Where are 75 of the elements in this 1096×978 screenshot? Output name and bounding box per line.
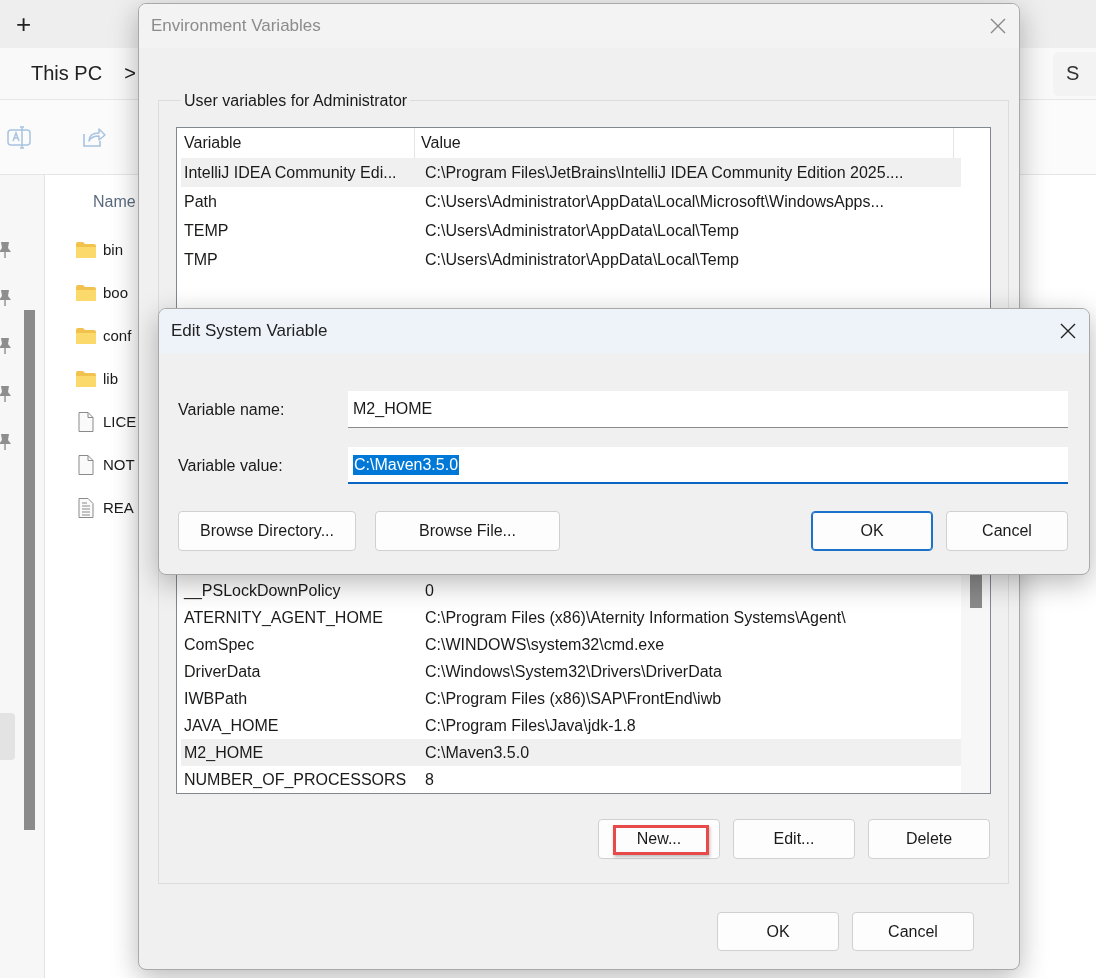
dialog-button[interactable]: OK bbox=[717, 912, 839, 951]
pin-icon[interactable] bbox=[0, 385, 12, 403]
file-icon bbox=[75, 453, 97, 476]
table-row[interactable]: NUMBER_OF_PROCESSORS 8 bbox=[181, 766, 961, 793]
file-name[interactable]: LICE bbox=[103, 413, 137, 430]
search-field[interactable]: S bbox=[1053, 51, 1096, 96]
dialog-button[interactable]: New... bbox=[598, 819, 720, 859]
input-field[interactable]: C:\Maven3.5.0 bbox=[348, 447, 1068, 484]
new-tab-button[interactable]: + bbox=[16, 11, 32, 37]
table-cell-text: IntelliJ IDEA Community Edi... bbox=[183, 163, 398, 182]
pin-icon[interactable] bbox=[0, 337, 12, 355]
breadcrumb-item[interactable]: This PC bbox=[31, 62, 103, 85]
file-name[interactable]: REA bbox=[103, 499, 134, 516]
table-cell-text: TEMP bbox=[183, 221, 230, 240]
dialog-button[interactable]: Cancel bbox=[946, 511, 1068, 551]
dialog-button[interactable]: Browse File... bbox=[375, 511, 560, 551]
table-row[interactable]: DriverData C:\Windows\System32\Drivers\DriverData bbox=[181, 658, 961, 685]
table-cell-text: NUMBER_OF_PROCESSORS bbox=[183, 770, 408, 789]
column-header[interactable]: Name bbox=[93, 192, 136, 211]
dialog-button[interactable]: Browse Directory... bbox=[178, 511, 356, 551]
file-icon bbox=[75, 410, 97, 433]
table-cell-text: C:\Users\Administrator\AppData\Local\Temp bbox=[424, 221, 739, 240]
field-label: Variable value: bbox=[178, 456, 284, 475]
table-cell-text: C:\Windows\System32\Drivers\DriverData bbox=[424, 662, 722, 681]
pin-icon[interactable] bbox=[0, 241, 12, 259]
dialog-button[interactable]: OK bbox=[811, 511, 933, 551]
field-label: Variable name: bbox=[178, 400, 286, 419]
table-row[interactable]: ATERNITY_AGENT_HOME C:\Program Files (x86)\Aternity Information Systems\Agent\ bbox=[181, 604, 961, 631]
file-name[interactable]: bin bbox=[103, 241, 124, 258]
table-cell-text: IWBPath bbox=[183, 689, 249, 708]
table-cell-text: C:\Users\Administrator\AppData\Local\Microsoft\WindowsApps... bbox=[424, 192, 884, 211]
table-cell-text: JAVA_HOME bbox=[183, 716, 280, 735]
table-cell-text: Path bbox=[183, 192, 218, 211]
table-cell-text: DriverData bbox=[183, 662, 262, 681]
table-row[interactable]: TEMP C:\Users\Administrator\AppData\Local\Temp bbox=[181, 216, 961, 245]
dialog-button[interactable]: Delete bbox=[868, 819, 990, 859]
pin-icon[interactable] bbox=[0, 289, 12, 307]
table-cell-text: C:\WINDOWS\system32\cmd.exe bbox=[424, 635, 665, 654]
table-cell-text: C:\Program Files\Java\jdk-1.8 bbox=[424, 716, 636, 735]
pin-icon[interactable] bbox=[0, 433, 12, 451]
table-row[interactable]: IWBPath C:\Program Files (x86)\SAP\FrontEnd\iwb bbox=[181, 685, 961, 712]
window-title: Environment Variables bbox=[151, 16, 321, 36]
table-cell-text: C:\Maven3.5.0 bbox=[424, 743, 530, 762]
table-cell-text: TMP bbox=[183, 250, 219, 269]
text-file-icon bbox=[75, 496, 97, 519]
file-name[interactable]: boo bbox=[103, 284, 129, 301]
rename-icon[interactable] bbox=[6, 124, 32, 150]
breadcrumb-separator: > bbox=[124, 62, 136, 85]
dialog-button[interactable]: Edit... bbox=[733, 819, 855, 859]
dialog-button[interactable]: Cancel bbox=[852, 912, 974, 951]
table-cell-text: M2_HOME bbox=[183, 743, 265, 762]
scrollbar-thumb[interactable] bbox=[24, 310, 35, 830]
table-cell-text: 8 bbox=[424, 770, 434, 789]
table-cell-text: C:\Program Files (x86)\SAP\FrontEnd\iwb bbox=[424, 689, 722, 708]
table-cell-text: C:\Program Files (x86)\Aternity Information Systems\Agent\ bbox=[424, 608, 846, 627]
window-title: Edit System Variable bbox=[171, 321, 328, 341]
table-row[interactable]: ComSpec C:\WINDOWS\system32\cmd.exe bbox=[181, 631, 961, 658]
file-name[interactable]: conf bbox=[103, 327, 132, 344]
input-field[interactable]: M2_HOME bbox=[348, 391, 1068, 428]
table-row[interactable]: TMP C:\Users\Administrator\AppData\Local\Temp bbox=[181, 245, 961, 274]
close-icon[interactable] bbox=[1059, 322, 1077, 340]
file-name[interactable]: lib bbox=[103, 370, 118, 387]
table-cell-text: ComSpec bbox=[183, 635, 256, 654]
table-cell-text: ATERNITY_AGENT_HOME bbox=[183, 608, 384, 627]
table-cell-text: 0 bbox=[424, 581, 434, 600]
group-title: User variables for Administrator bbox=[183, 91, 409, 110]
table-row[interactable]: JAVA_HOME C:\Program Files\Java\jdk-1.8 bbox=[181, 712, 961, 739]
table-cell-text: C:\Users\Administrator\AppData\Local\Temp bbox=[424, 250, 739, 269]
table-row[interactable]: __PSLockDownPolicy 0 bbox=[181, 577, 961, 604]
table-cell-text: __PSLockDownPolicy bbox=[182, 581, 342, 600]
table-row[interactable]: M2_HOME C:\Maven3.5.0 bbox=[181, 739, 961, 766]
table-row[interactable]: IntelliJ IDEA Community Edi... C:\Program Files\JetBrains\IntelliJ IDEA Community Edition 2025.... bbox=[181, 158, 961, 187]
file-name[interactable]: NOT bbox=[103, 456, 135, 473]
table-row[interactable]: Path C:\Users\Administrator\AppData\Local\Microsoft\WindowsApps... bbox=[181, 187, 961, 216]
table-cell-text: C:\Program Files\JetBrains\IntelliJ IDEA Community Edition 2025.... bbox=[424, 163, 904, 182]
